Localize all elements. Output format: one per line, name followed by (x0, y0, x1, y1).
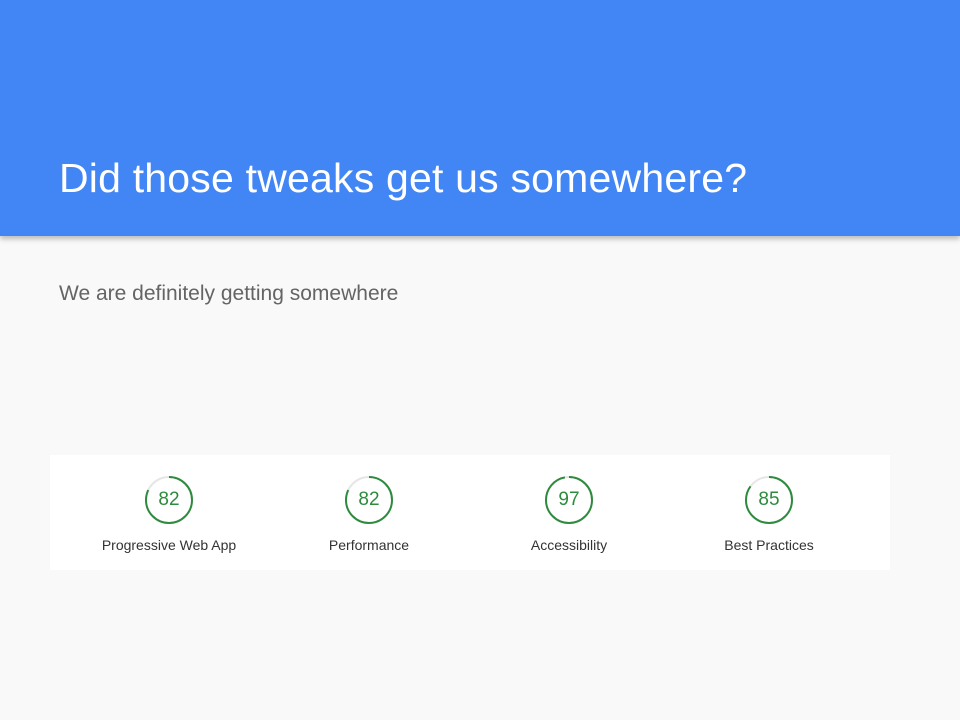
score-gauge: 97 (542, 473, 596, 527)
score-gauge: 85 (742, 473, 796, 527)
score-gauge: 82 (342, 473, 396, 527)
score-label: Progressive Web App (101, 537, 237, 553)
score-label: Accessibility (530, 537, 608, 553)
score-value: 82 (158, 489, 180, 510)
score-best-practices: 85 Best Practices (669, 473, 869, 563)
lighthouse-scores-panel: 82 Progressive Web App 82 Performance 97 (50, 455, 890, 570)
score-gauge: 82 (142, 473, 196, 527)
title-header: Did those tweaks get us somewhere? (0, 0, 960, 236)
score-label: Performance (328, 537, 410, 553)
score-performance: 82 Performance (269, 473, 469, 563)
score-label: Best Practices (724, 537, 814, 553)
score-accessibility: 97 Accessibility (469, 473, 669, 563)
slide-subtitle: We are definitely getting somewhere (59, 282, 399, 305)
slide: Did those tweaks get us somewhere? We ar… (0, 0, 960, 720)
score-value: 82 (358, 489, 380, 510)
score-progressive-web-app: 82 Progressive Web App (69, 473, 269, 563)
slide-title: Did those tweaks get us somewhere? (59, 155, 748, 201)
score-value: 97 (558, 489, 580, 510)
score-value: 85 (758, 489, 780, 510)
